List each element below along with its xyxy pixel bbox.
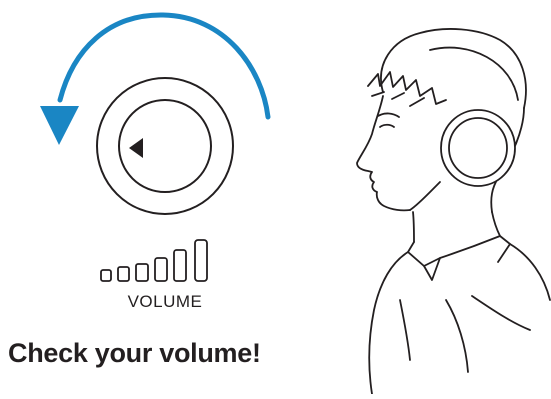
back-shoulder xyxy=(509,243,551,301)
hair-strands-lower xyxy=(371,91,425,107)
illustration-canvas xyxy=(40,12,551,395)
eye-outline xyxy=(379,123,395,128)
shirt-fold-3 xyxy=(399,299,411,361)
front-shoulder xyxy=(368,251,409,395)
volume-label: VOLUME xyxy=(127,292,203,311)
neck-front xyxy=(412,211,415,243)
collar xyxy=(407,235,511,267)
eyebrow xyxy=(377,112,400,118)
jaw-line xyxy=(409,181,441,211)
headphone-cup-outer xyxy=(440,109,516,187)
volume-knob-icon xyxy=(96,77,234,215)
volume-bar-5 xyxy=(173,249,187,282)
volume-bar-6 xyxy=(194,239,208,282)
shirt-fold-2 xyxy=(471,295,531,331)
hair-outline xyxy=(380,28,527,109)
neck-back xyxy=(491,211,501,237)
check-volume-headline: Check your volume! xyxy=(8,338,261,368)
volume-bar-4 xyxy=(154,257,168,282)
person-with-headphones-icon xyxy=(356,28,551,395)
volume-bar-1 xyxy=(100,269,112,282)
volume-level-icon xyxy=(100,239,208,282)
volume-warning-illustration: VOLUME Check your volume! xyxy=(0,0,551,395)
rotation-arrow-head xyxy=(40,106,79,145)
volume-bar-3 xyxy=(135,263,149,282)
headphone-band xyxy=(429,46,519,101)
shirt-fold-1 xyxy=(445,299,469,373)
hair-strands xyxy=(367,71,447,105)
volume-bar-2 xyxy=(117,266,130,282)
